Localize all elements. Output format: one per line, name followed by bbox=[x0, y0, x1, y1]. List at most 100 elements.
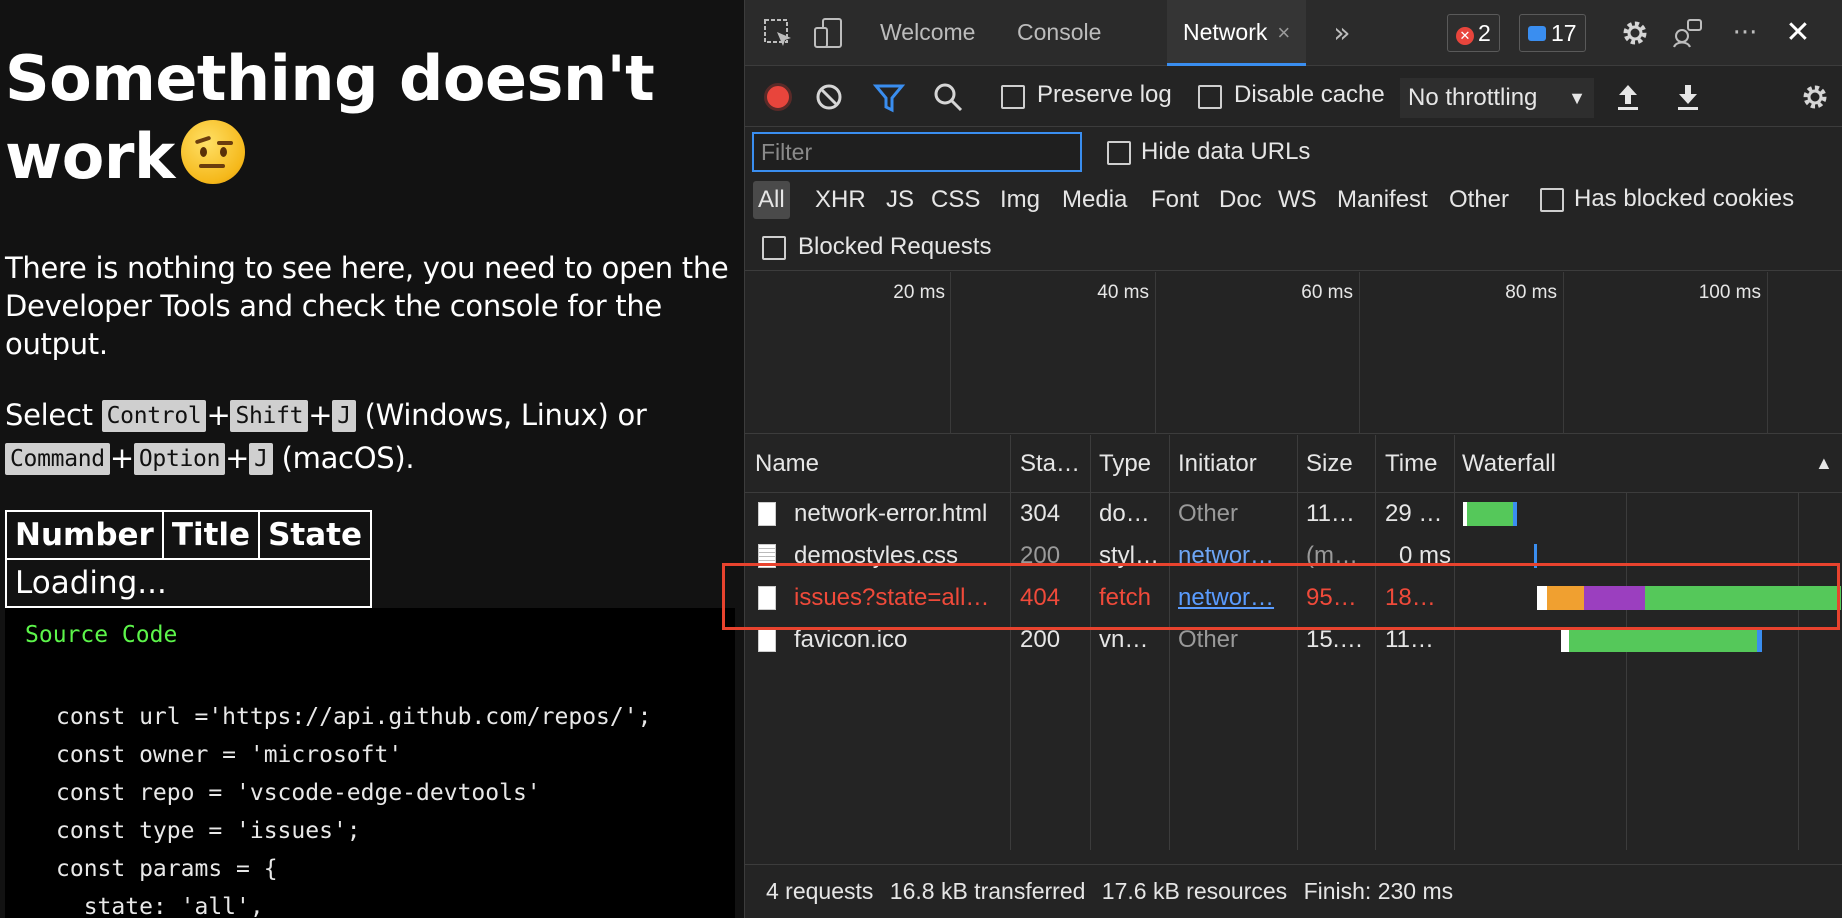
inspect-icon[interactable] bbox=[761, 16, 795, 50]
request-table: Name Sta… Type Initiator Size Time Water… bbox=[745, 435, 1842, 850]
column-header-initiator[interactable]: Initiator bbox=[1178, 435, 1293, 492]
sort-ascending-icon[interactable]: ▲ bbox=[1815, 435, 1839, 492]
tab-label: Welcome bbox=[880, 19, 976, 45]
overview-tick-label: 80 ms bbox=[1505, 282, 1557, 303]
error-icon: ✕ bbox=[1456, 27, 1474, 45]
feedback-icon[interactable] bbox=[1670, 16, 1704, 50]
record-icon[interactable] bbox=[764, 83, 792, 111]
source-code-panel: Source Code const url ='https://api.gith… bbox=[5, 608, 735, 918]
request-name: network-error.html bbox=[794, 500, 988, 527]
table-header-row: Number Title State bbox=[5, 510, 372, 560]
type-filter-ws[interactable]: WS bbox=[1273, 181, 1322, 219]
device-icon[interactable] bbox=[811, 16, 845, 50]
throttling-select[interactable]: No throttling ▼ bbox=[1400, 78, 1594, 118]
search-icon[interactable] bbox=[931, 80, 965, 114]
tab-console[interactable]: Console bbox=[1001, 0, 1117, 66]
mac-suffix: (macOS). bbox=[281, 441, 415, 475]
message-count: 17 bbox=[1551, 20, 1577, 46]
request-status: 304 bbox=[1020, 500, 1061, 527]
key-shift: Shift bbox=[230, 400, 309, 432]
column-header-time[interactable]: Time bbox=[1385, 435, 1451, 492]
table-row[interactable]: network-error.html 304 do… Other 11… 29 … bbox=[745, 493, 1842, 535]
finish-time: Finish: 230 ms bbox=[1303, 878, 1454, 904]
message-icon bbox=[1528, 26, 1546, 41]
column-header-waterfall[interactable]: Waterfall bbox=[1462, 435, 1762, 492]
shortcut-prefix: Select bbox=[5, 398, 93, 432]
more-icon[interactable]: ··· bbox=[1728, 16, 1762, 50]
column-header-type[interactable]: Type bbox=[1099, 435, 1167, 492]
network-status-bar: 4 requests 16.8 kB transferred 17.6 kB r… bbox=[745, 864, 1842, 918]
clear-icon[interactable] bbox=[812, 80, 846, 114]
source-code-lines: const url ='https://api.github.com/repos… bbox=[56, 698, 651, 918]
request-count: 4 requests bbox=[766, 878, 874, 904]
table-row: Loading... bbox=[5, 558, 372, 608]
filter-icon[interactable] bbox=[872, 80, 906, 114]
error-count-badge[interactable]: ✕ 2 bbox=[1447, 14, 1500, 52]
column-header-name[interactable]: Name bbox=[755, 435, 1005, 492]
overview-gridline bbox=[950, 272, 951, 434]
column-header-status[interactable]: Sta… bbox=[1020, 435, 1088, 492]
column-header-size[interactable]: Size bbox=[1306, 435, 1372, 492]
tab-network[interactable]: Network × bbox=[1167, 0, 1307, 66]
waterfall-bar bbox=[1513, 502, 1517, 526]
table-header: Title bbox=[161, 510, 261, 560]
has-blocked-cookies-label: Has blocked cookies bbox=[1574, 185, 1795, 212]
network-settings-gear-icon[interactable] bbox=[1798, 80, 1832, 114]
type-filter-all[interactable]: All bbox=[753, 181, 790, 219]
windows-suffix: (Windows, Linux) or bbox=[364, 398, 647, 432]
devtools-panel: Welcome Console Network × » ✕ 2 17 ··· ✕ P… bbox=[744, 0, 1842, 918]
devtools-tabbar: Welcome Console Network × » ✕ 2 17 ··· ✕ bbox=[745, 0, 1842, 66]
tab-welcome[interactable]: Welcome bbox=[864, 0, 991, 66]
close-tab-icon[interactable]: × bbox=[1277, 20, 1290, 45]
table-header: Number bbox=[5, 510, 164, 560]
code-line: state: 'all', bbox=[56, 894, 264, 918]
disable-cache-checkbox[interactable] bbox=[1198, 85, 1222, 109]
type-filter-js[interactable]: JS bbox=[881, 181, 919, 219]
hide-data-urls-checkbox[interactable] bbox=[1107, 141, 1131, 165]
waterfall-bar bbox=[1467, 502, 1513, 526]
gear-icon[interactable] bbox=[1618, 16, 1652, 50]
download-icon[interactable] bbox=[1671, 80, 1705, 114]
type-filter-media[interactable]: Media bbox=[1057, 181, 1132, 219]
preserve-log-checkbox[interactable] bbox=[1001, 85, 1025, 109]
error-count: 2 bbox=[1478, 20, 1491, 46]
timeline-overview[interactable]: 20 ms 40 ms 60 ms 80 ms 100 ms bbox=[745, 272, 1842, 434]
type-filter-other[interactable]: Other bbox=[1444, 181, 1514, 219]
code-line: const repo = 'vscode-edge-devtools' bbox=[56, 780, 541, 806]
more-tabs-icon[interactable]: » bbox=[1325, 16, 1359, 50]
table-header: State bbox=[258, 510, 372, 560]
type-filter-doc[interactable]: Doc bbox=[1214, 181, 1267, 219]
filter-input[interactable]: Filter bbox=[752, 132, 1082, 172]
upload-icon[interactable] bbox=[1611, 80, 1645, 114]
key-j: J bbox=[332, 400, 356, 432]
network-toolbar: Preserve log Disable cache No throttling… bbox=[745, 67, 1842, 127]
type-filter-css[interactable]: CSS bbox=[926, 181, 985, 219]
intro-text: There is nothing to see here, you need t… bbox=[5, 251, 729, 361]
issues-table: Number Title State Loading... bbox=[5, 510, 372, 608]
type-filter-manifest[interactable]: Manifest bbox=[1332, 181, 1433, 219]
type-filter-font[interactable]: Font bbox=[1146, 181, 1204, 219]
has-blocked-cookies-checkbox[interactable] bbox=[1540, 188, 1564, 212]
overview-gridline bbox=[1155, 272, 1156, 434]
filter-bar: Filter Hide data URLs All XHR JS CSS Img… bbox=[745, 128, 1842, 271]
request-initiator: Other bbox=[1178, 500, 1239, 527]
shortcut-instructions: Select Control + Shift + J (Windows, Linux) … bbox=[5, 398, 647, 475]
document-icon bbox=[758, 628, 776, 652]
overview-tick-label: 20 ms bbox=[893, 282, 945, 303]
hide-data-urls-label: Hide data URLs bbox=[1141, 138, 1311, 165]
throttling-value: No throttling bbox=[1408, 84, 1538, 111]
type-filter-xhr[interactable]: XHR bbox=[810, 181, 871, 219]
source-code-title: Source Code bbox=[25, 622, 178, 648]
code-line: const params = { bbox=[56, 856, 278, 882]
key-control: Control bbox=[101, 400, 207, 432]
type-filter-img[interactable]: Img bbox=[995, 181, 1045, 219]
blocked-requests-checkbox[interactable] bbox=[762, 236, 786, 260]
message-count-badge[interactable]: 17 bbox=[1519, 14, 1586, 52]
tab-label: Console bbox=[1017, 19, 1102, 45]
overview-tick-label: 100 ms bbox=[1698, 282, 1761, 303]
request-time: 29 … bbox=[1385, 500, 1443, 527]
overview-tick-label: 40 ms bbox=[1097, 282, 1149, 303]
waterfall-bar bbox=[1757, 628, 1762, 652]
code-line: const url ='https://api.github.com/repos… bbox=[56, 704, 652, 730]
close-icon[interactable]: ✕ bbox=[1781, 16, 1815, 50]
